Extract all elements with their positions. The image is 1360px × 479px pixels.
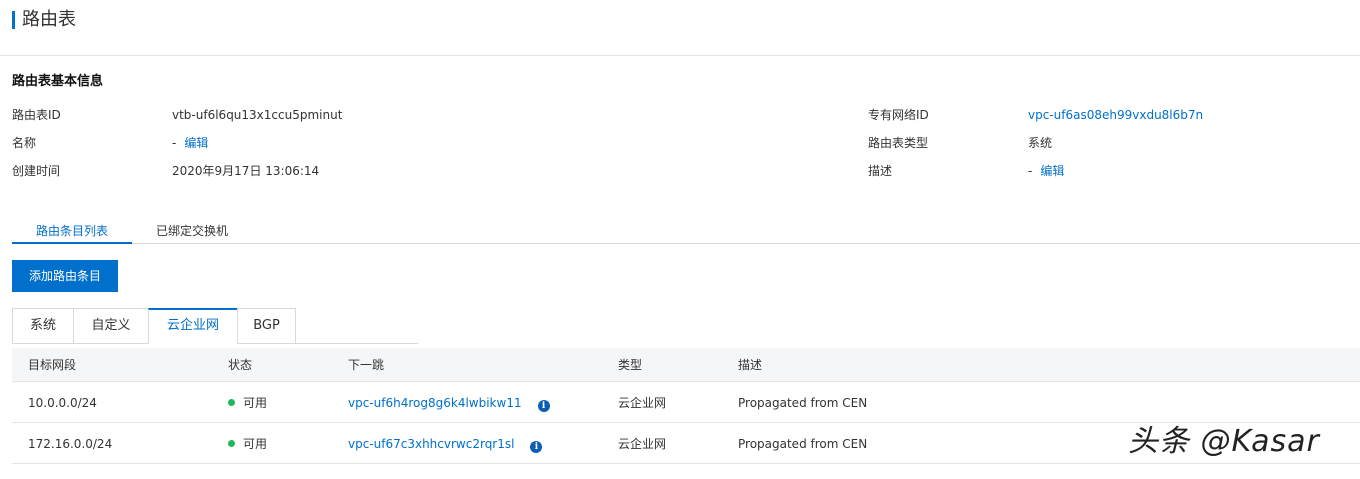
header-type: 类型	[618, 358, 643, 372]
status-label: 可用	[243, 437, 268, 451]
label-created-time: 创建时间	[12, 164, 61, 178]
label-route-table-id: 路由表ID	[12, 108, 61, 122]
table-header: 目标网段 状态 下一跳 类型 描述	[12, 348, 1360, 382]
value-route-table-id: vtb-uf6l6qu13x1ccu5pminut	[172, 108, 343, 122]
info-icon[interactable]: i	[537, 400, 550, 412]
edit-name-link[interactable]: 编辑	[184, 136, 208, 150]
cell-status: 可用	[228, 436, 267, 452]
subtab-custom[interactable]: 自定义	[73, 308, 149, 344]
route-type-subtabs: 系统 自定义 云企业网 BGP	[12, 308, 418, 344]
value-description-group: - 编辑	[1028, 163, 1064, 179]
cell-status: 可用	[228, 395, 267, 411]
page-header: 路由表	[0, 0, 1360, 56]
header-cidr: 目标网段	[28, 358, 77, 372]
header-next-hop: 下一跳	[348, 358, 385, 372]
value-route-table-type: 系统	[1028, 136, 1053, 150]
tab-bound-vswitches[interactable]: 已绑定交换机	[144, 220, 240, 244]
vpc-id-link[interactable]: vpc-uf6as08eh99vxdu8l6b7n	[1028, 107, 1203, 123]
title-accent-bar	[12, 11, 15, 29]
value-name-group: - 编辑	[172, 135, 208, 151]
info-icon[interactable]: i	[530, 441, 543, 453]
edit-description-link[interactable]: 编辑	[1040, 164, 1064, 178]
cell-next-hop: vpc-uf67c3xhhcvrwc2rqr1sl i	[348, 436, 543, 453]
tab-route-entries[interactable]: 路由条目列表	[12, 220, 132, 244]
cell-type: 云企业网	[618, 437, 667, 451]
label-route-table-type: 路由表类型	[868, 136, 929, 150]
add-route-entry-button[interactable]: 添加路由条目	[12, 260, 118, 292]
page-title: 路由表	[22, 9, 76, 30]
cell-next-hop: vpc-uf6h4rog8g6k4lwbikw11 i	[348, 395, 550, 412]
cell-cidr: 172.16.0.0/24	[28, 437, 113, 451]
subtab-cen[interactable]: 云企业网	[148, 308, 238, 344]
section-title-basic-info: 路由表基本信息	[12, 74, 104, 89]
cell-description: Propagated from CEN	[738, 437, 868, 451]
subtab-bgp[interactable]: BGP	[237, 308, 296, 344]
value-created-time: 2020年9月17日 13:06:14	[172, 164, 320, 178]
header-status: 状态	[228, 358, 253, 372]
cell-description: Propagated from CEN	[738, 396, 868, 410]
next-hop-link[interactable]: vpc-uf67c3xhhcvrwc2rqr1sl	[348, 437, 514, 451]
subtab-system[interactable]: 系统	[12, 308, 74, 344]
status-available-icon	[228, 399, 235, 406]
label-name: 名称	[12, 136, 37, 150]
status-available-icon	[228, 440, 235, 447]
main-tabs: 路由条目列表 已绑定交换机	[12, 220, 1360, 244]
value-name: -	[172, 136, 177, 150]
cell-cidr: 10.0.0.0/24	[28, 396, 97, 410]
header-description: 描述	[738, 358, 763, 372]
label-vpc-id: 专有网络ID	[868, 108, 929, 122]
label-description: 描述	[868, 164, 893, 178]
cell-type: 云企业网	[618, 396, 667, 410]
watermark: 头条 @Kasar	[1128, 424, 1320, 459]
next-hop-link[interactable]: vpc-uf6h4rog8g6k4lwbikw11	[348, 396, 522, 410]
table-row: 10.0.0.0/24 可用 vpc-uf6h4rog8g6k4lwbikw11…	[12, 382, 1360, 423]
value-description: -	[1028, 164, 1033, 178]
status-label: 可用	[243, 396, 268, 410]
